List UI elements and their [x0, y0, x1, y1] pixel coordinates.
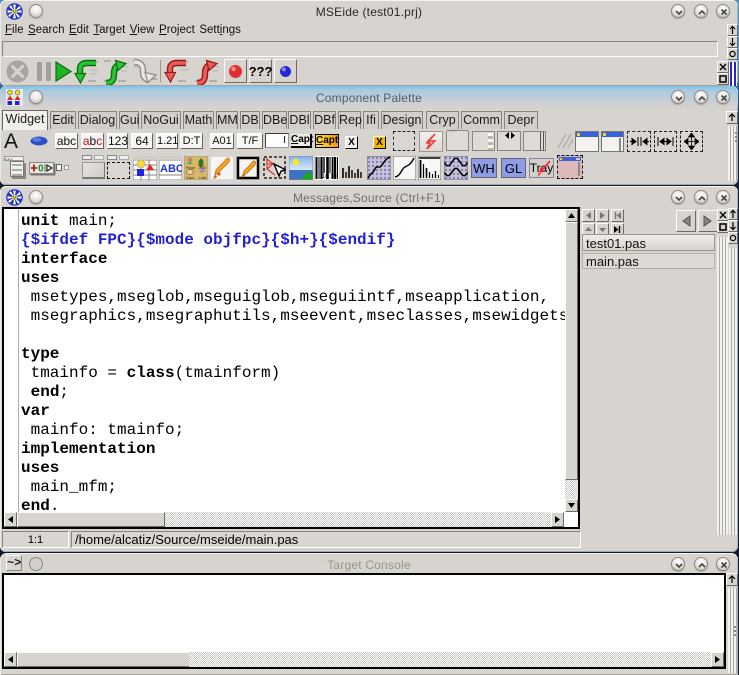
svg-text:10: 10 — [322, 174, 329, 180]
svg-text:Pokal: Pokal — [186, 166, 195, 170]
svg-text:0: 0 — [38, 164, 44, 174]
svg-text:Wild: Wild — [199, 166, 206, 170]
svg-text:10: 10 — [330, 174, 337, 180]
svg-text:Lock: Lock — [199, 176, 206, 180]
svg-text:Caps.: Caps. — [186, 176, 195, 180]
svg-text:ABC: ABC — [160, 163, 182, 175]
